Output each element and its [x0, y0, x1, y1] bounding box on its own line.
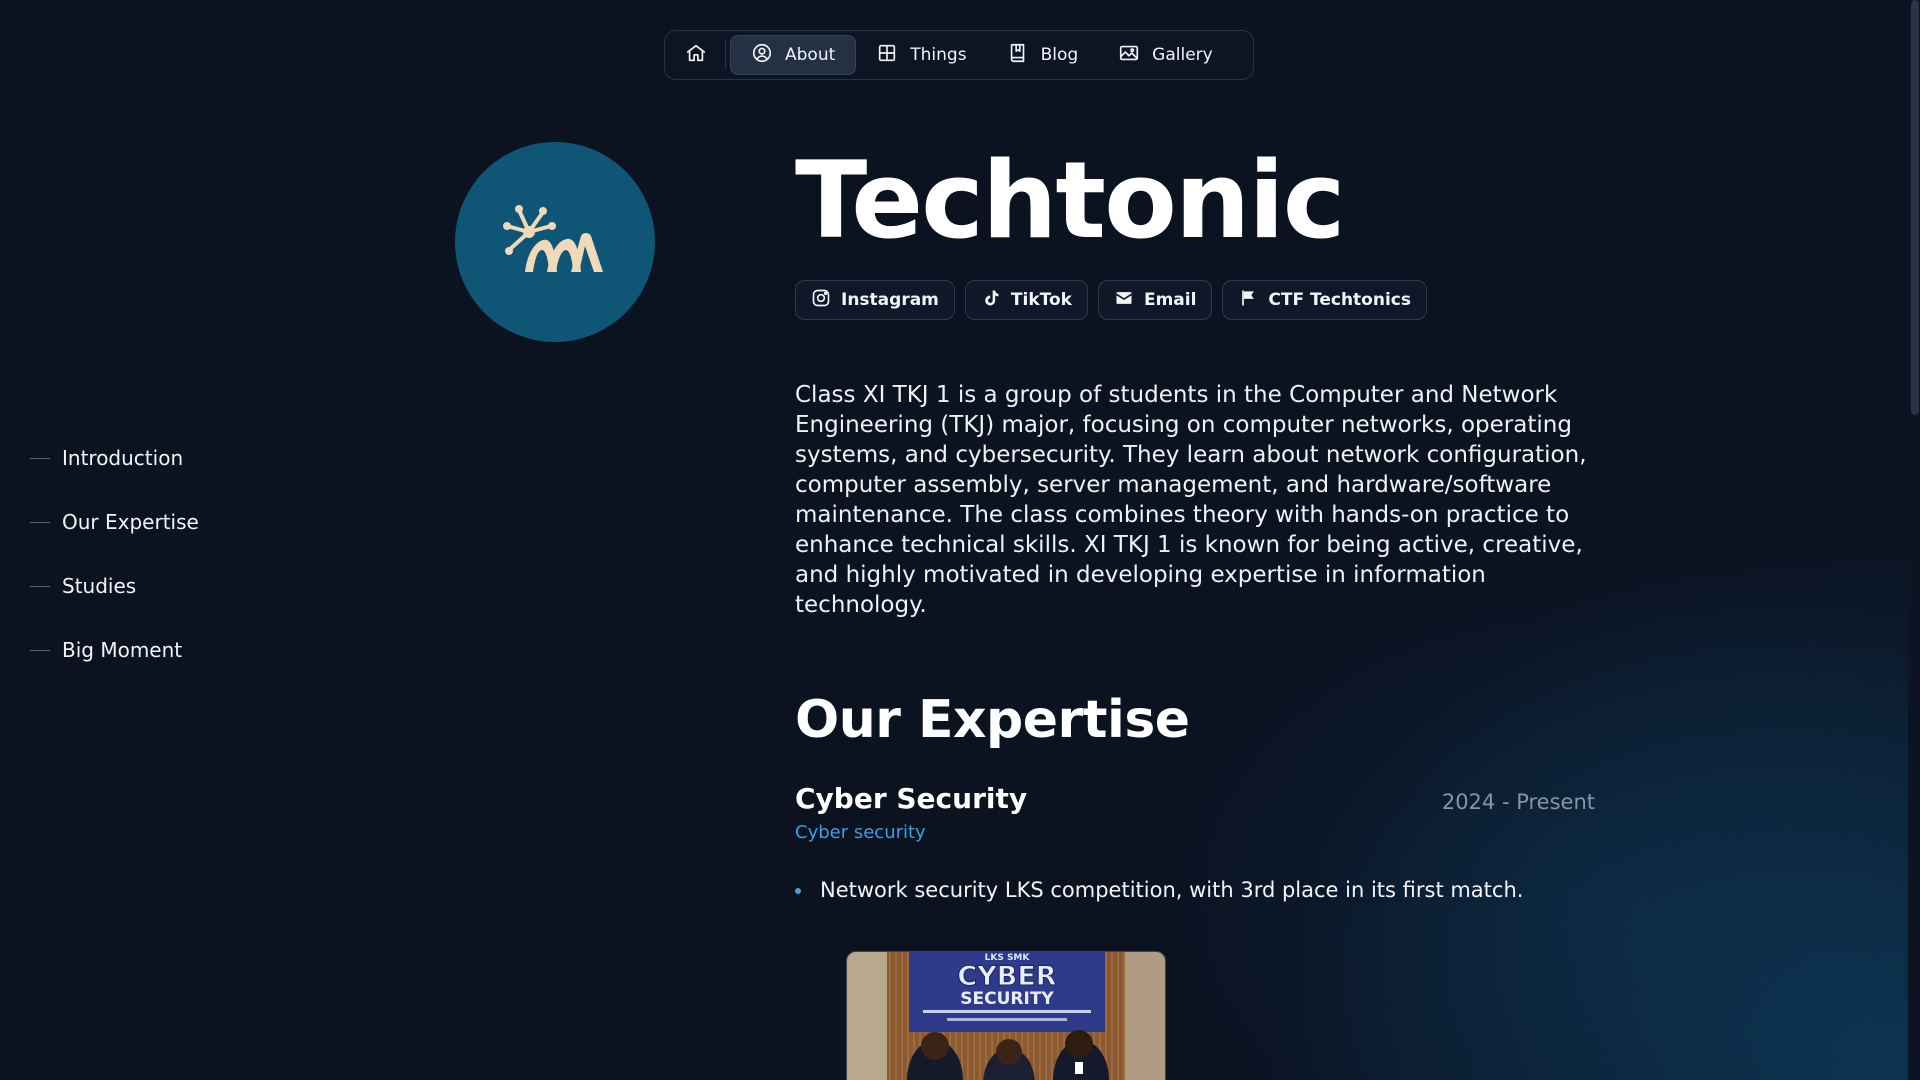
- toc-item-label: Introduction: [62, 446, 184, 470]
- expertise-period: 2024 - Present: [1441, 790, 1595, 814]
- banner-text-main-2: SECURITY: [960, 989, 1054, 1009]
- top-nav: About Things Blog Gallery: [664, 30, 1254, 80]
- toc-item-our-expertise[interactable]: Our Expertise: [30, 490, 199, 554]
- email-label: Email: [1143, 290, 1197, 310]
- expertise-photo[interactable]: LKS SMK CYBER SECURITY: [846, 951, 1166, 1080]
- intro-paragraph: Class XI TKJ 1 is a group of students in…: [795, 382, 1587, 618]
- user-circle-icon: [751, 42, 773, 69]
- grid-icon: [876, 42, 898, 69]
- expertise-bullets: Network security LKS competition, with 3…: [795, 876, 1523, 904]
- tiktok-link[interactable]: TikTok: [964, 280, 1088, 320]
- email-link[interactable]: Email: [1097, 280, 1213, 320]
- book-icon: [1007, 42, 1029, 69]
- nav-things-label: Things: [910, 45, 967, 65]
- toc-item-label: Studies: [62, 574, 137, 598]
- nav-about[interactable]: About: [730, 35, 857, 75]
- toc-dash: [30, 457, 50, 459]
- table-of-contents: Introduction Our Expertise Studies Big M…: [30, 426, 199, 682]
- toc-item-label: Our Expertise: [62, 510, 199, 534]
- nav-about-label: About: [785, 45, 836, 65]
- page: About Things Blog Gallery Introduction O…: [0, 0, 1920, 1080]
- toc-item-label: Big Moment: [62, 638, 183, 662]
- toc-dash: [30, 585, 50, 587]
- toc-item-studies[interactable]: Studies: [30, 554, 199, 618]
- tiktok-label: TikTok: [1010, 290, 1072, 310]
- expertise-subtitle: Cyber security: [795, 822, 926, 843]
- toc-item-big-moment[interactable]: Big Moment: [30, 618, 199, 682]
- section-title-expertise: Our Expertise: [795, 690, 1190, 750]
- email-icon: [1114, 288, 1134, 313]
- nav-blog[interactable]: Blog: [987, 36, 1099, 74]
- image-icon: [1118, 42, 1140, 69]
- expertise-name: Cyber Security: [795, 782, 1028, 815]
- competition-photo: LKS SMK CYBER SECURITY: [847, 952, 1165, 1080]
- ctf-link[interactable]: CTF Techtonics: [1222, 280, 1427, 320]
- nav-gallery[interactable]: Gallery: [1098, 36, 1233, 74]
- nav-things[interactable]: Things: [856, 36, 986, 74]
- nav-gallery-label: Gallery: [1152, 45, 1213, 65]
- profile-name: Techtonic: [795, 139, 1346, 262]
- nav-blog-label: Blog: [1040, 45, 1079, 65]
- avatar: [455, 142, 655, 342]
- toc-dash: [30, 521, 50, 523]
- banner-text-main-1: CYBER: [957, 961, 1056, 992]
- toc-item-introduction[interactable]: Introduction: [30, 426, 199, 490]
- nav-home[interactable]: [671, 36, 721, 74]
- instagram-link[interactable]: Instagram: [795, 280, 955, 320]
- home-icon: [685, 42, 707, 69]
- flag-icon: [1238, 288, 1258, 313]
- scrollbar-thumb[interactable]: [1911, 0, 1919, 415]
- nav-divider: [725, 40, 726, 70]
- list-item: Network security LKS competition, with 3…: [795, 876, 1523, 904]
- techtonic-logo: [503, 205, 603, 272]
- social-links: Instagram TikTok Email CTF Techtonics: [795, 280, 1427, 320]
- scrollbar[interactable]: [1908, 0, 1920, 1080]
- ctf-label: CTF Techtonics: [1268, 290, 1411, 310]
- toc-dash: [30, 649, 50, 651]
- instagram-label: Instagram: [841, 290, 939, 310]
- instagram-icon: [811, 288, 831, 313]
- tiktok-icon: [981, 288, 1001, 313]
